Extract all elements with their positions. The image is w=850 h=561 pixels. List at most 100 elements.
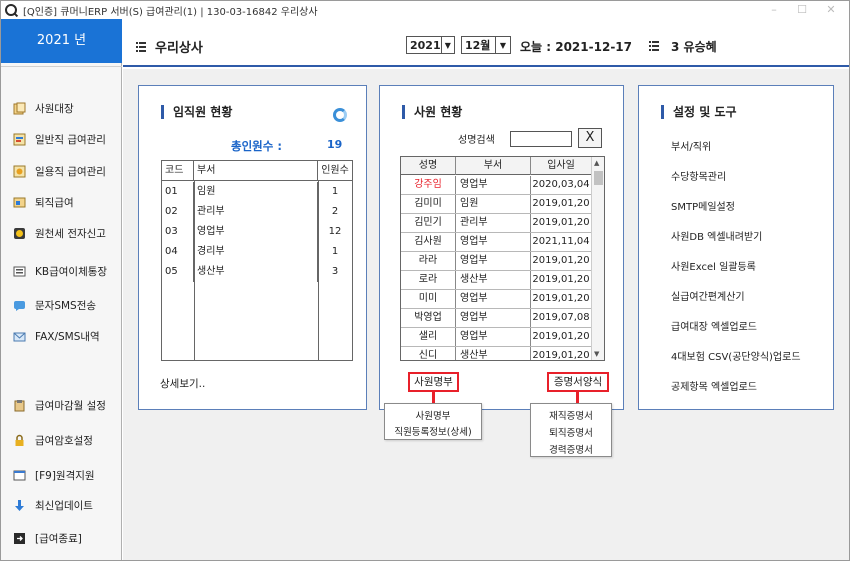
menu-icon[interactable]: [136, 42, 146, 52]
menu-item-roster[interactable]: 사원명부: [385, 408, 481, 422]
minimize-button[interactable]: –: [759, 1, 789, 19]
menu-item-employment-cert[interactable]: 재직증명서: [531, 408, 611, 422]
certificate-form-button[interactable]: 증명서양식: [547, 372, 609, 392]
sidebar-item-label: [급여종료]: [35, 532, 82, 545]
year-select-value: 2021: [410, 38, 441, 52]
table-scrollbar[interactable]: ▲ ▼: [591, 157, 604, 360]
sidebar-item-employee-ledger[interactable]: 사원대장: [13, 99, 74, 117]
close-button[interactable]: ✕: [816, 1, 846, 19]
exit-icon: [13, 532, 26, 545]
table-row[interactable]: 05 생산부 3: [162, 262, 352, 282]
refresh-icon[interactable]: [333, 108, 347, 122]
staff-status-panel: 임직원 현황 총인원수 : 19 코드 부서 인원수 01 임원 1 02 관리…: [138, 85, 367, 410]
table-cell: 영업부: [456, 233, 531, 251]
sidebar-item-label: 급여암호설정: [35, 434, 93, 447]
chevron-down-icon: ▼: [440, 37, 454, 53]
table-row[interactable]: 김미미 임원 2019,01,20: [401, 195, 591, 214]
table-cell: 2020,03,04: [532, 179, 590, 190]
sidebar-item-closing-month[interactable]: 급여마감월 설정: [13, 396, 106, 414]
sidebar-item-label: [F9]원격지원: [35, 469, 95, 482]
year-banner[interactable]: 2021 년: [1, 19, 122, 63]
table-row[interactable]: 샐리 영업부 2019,01,20: [401, 328, 591, 347]
sidebar-item-label: 퇴직급여: [35, 196, 74, 209]
sms-icon: [13, 299, 26, 312]
name-search-input[interactable]: [510, 131, 572, 147]
sidebar-item-update[interactable]: 최신업데이트: [13, 496, 93, 514]
certificate-dropdown-menu: 재직증명서 퇴직증명서 경력증명서: [530, 403, 612, 457]
scroll-down-icon[interactable]: ▼: [594, 350, 599, 358]
scroll-up-icon[interactable]: ▲: [594, 159, 599, 167]
tool-smtp-settings[interactable]: SMTP메일설정: [671, 198, 735, 213]
table-row[interactable]: 로라 생산부 2019,01,20: [401, 271, 591, 290]
table-cell: 임원: [194, 182, 318, 202]
tool-employee-excel-export[interactable]: 사원DB 엑셀내려받기: [671, 228, 762, 243]
table-cell: 샐리: [401, 328, 456, 346]
table-row[interactable]: 박영업 영업부 2019,07,08: [401, 309, 591, 328]
chevron-down-icon: ▼: [495, 37, 510, 53]
employee-roster-button[interactable]: 사원명부: [408, 372, 459, 392]
tool-insurance-csv-upload[interactable]: 4대보험 CSV(공단양식)업로드: [671, 348, 801, 363]
table-row[interactable]: 신디 생산부 2019,01,20: [401, 347, 591, 360]
table-cell: 로라: [401, 271, 456, 289]
menu-item-retirement-cert[interactable]: 퇴직증명서: [531, 425, 611, 439]
table-row[interactable]: 김민기 관리부 2019,01,20: [401, 214, 591, 233]
table-cell: 1: [331, 246, 339, 257]
table-row[interactable]: 미미 영업부 2019,01,20: [401, 290, 591, 309]
search-label: 성명검색: [458, 135, 495, 146]
table-cell: 2019,01,20: [532, 198, 590, 209]
total-count-label: 총인원수 :: [231, 139, 282, 153]
tool-payroll-excel-upload[interactable]: 급여대장 엑셀업로드: [671, 318, 757, 333]
daily-payroll-icon: [13, 165, 26, 178]
bank-transfer-icon: [13, 265, 26, 278]
table-row[interactable]: 01 임원 1: [162, 182, 352, 202]
sidebar-item-regular-payroll[interactable]: 일반직 급여관리: [13, 130, 106, 148]
year-select[interactable]: 2021 ▼: [406, 36, 455, 54]
tool-dept-position[interactable]: 부서/직위: [671, 138, 711, 153]
sidebar-item-remote-support[interactable]: [F9]원격지원: [13, 466, 95, 484]
employee-table: 성명 부서 입사일 강주임 영업부 2020,03,04 김미미 임원 2019…: [400, 156, 605, 361]
sidebar-item-retirement[interactable]: 퇴직급여: [13, 193, 74, 211]
menu-item-career-cert[interactable]: 경력증명서: [531, 442, 611, 456]
table-cell: 김사원: [401, 233, 456, 251]
app-window: [Q인증] 큐머니ERP 서버(S) 급여관리(1) | 130-03-1684…: [0, 0, 850, 561]
tool-deduction-excel-upload[interactable]: 공제항목 엑셀업로드: [671, 378, 757, 393]
column-header[interactable]: 인원수: [318, 161, 352, 181]
sidebar-item-sms[interactable]: 문자SMS전송: [13, 296, 96, 314]
tool-allowance-items[interactable]: 수당항목관리: [671, 168, 726, 183]
column-header[interactable]: 부서: [456, 157, 531, 175]
table-cell: 영업부: [456, 328, 531, 346]
column-header[interactable]: 입사일: [531, 157, 591, 175]
sidebar-item-label: 사원대장: [35, 102, 74, 115]
scroll-thumb[interactable]: [594, 171, 603, 185]
table-cell: 생산부: [456, 271, 531, 289]
detail-link[interactable]: 상세보기..: [160, 376, 205, 391]
table-cell: 04: [162, 242, 194, 262]
table-row[interactable]: 라라 영업부 2019,01,20: [401, 252, 591, 271]
tool-net-pay-calculator[interactable]: 실급여간편계산기: [671, 288, 745, 303]
table-row[interactable]: 강주임 영업부 2020,03,04: [401, 176, 591, 195]
sidebar-item-tax-filing[interactable]: 원천세 전자신고: [13, 224, 106, 242]
month-select[interactable]: 12월 ▼: [461, 36, 511, 54]
roster-dropdown-menu: 사원명부 직원등록정보(상세): [384, 403, 482, 440]
sidebar-item-bank-transfer[interactable]: KB급여이체통장: [13, 262, 107, 280]
column-header[interactable]: 성명: [401, 157, 456, 175]
sidebar-item-daily-payroll[interactable]: 일용직 급여관리: [13, 162, 106, 180]
lock-icon: [13, 434, 26, 447]
clear-search-button[interactable]: X: [578, 128, 602, 148]
table-cell: 3: [331, 266, 339, 277]
sidebar-item-fax-history[interactable]: FAX/SMS내역: [13, 327, 100, 345]
table-cell: 03: [162, 222, 194, 242]
table-row[interactable]: 04 경리부 1: [162, 242, 352, 262]
table-row[interactable]: 02 관리부 2: [162, 202, 352, 222]
maximize-button[interactable]: ☐: [787, 1, 817, 19]
table-row[interactable]: 김사원 영업부 2021,11,04: [401, 233, 591, 252]
table-row[interactable]: 03 영업부 12: [162, 222, 352, 242]
sidebar-item-password[interactable]: 급여암호설정: [13, 431, 93, 449]
sidebar-item-exit[interactable]: [급여종료]: [13, 529, 82, 547]
column-header[interactable]: 부서: [194, 161, 318, 181]
menu-item-employee-detail[interactable]: 직원등록정보(상세): [385, 424, 481, 438]
column-header[interactable]: 코드: [162, 161, 194, 181]
table-cell: 김민기: [401, 214, 456, 232]
fax-icon: [13, 330, 26, 343]
tool-employee-excel-import[interactable]: 사원Excel 일괄등록: [671, 258, 756, 273]
